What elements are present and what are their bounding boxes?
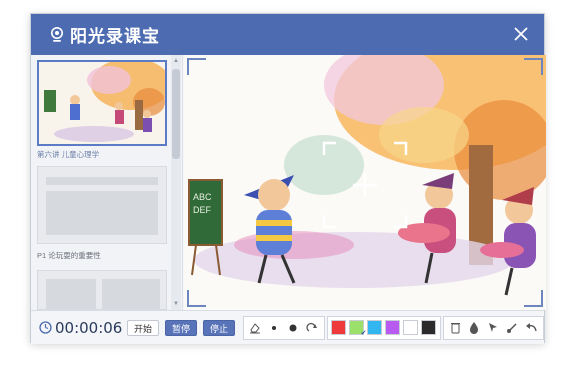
slide-caption: 第六讲 儿童心理学	[37, 150, 100, 159]
pointer-tool-icon[interactable]	[484, 318, 503, 338]
color-swatch-blue[interactable]	[367, 320, 383, 335]
redo-arrow-icon[interactable]	[303, 318, 322, 338]
utility-tool-group	[442, 315, 544, 340]
eraser-icon[interactable]	[246, 318, 265, 338]
app-window: 阳光录课宝 第六讲 儿童心理学 P1 论玩耍的重要性 ▲ ▼ ABC DEF 0…	[30, 13, 546, 344]
color-palette: ✔	[326, 315, 441, 340]
slide-thumbnail-3[interactable]	[37, 270, 167, 310]
slide-canvas[interactable]: ABC DEF	[184, 55, 546, 310]
pause-button[interactable]: 暂停	[164, 319, 197, 336]
slide-caption: P1 论玩耍的重要性	[37, 251, 101, 260]
slide-thumbnail-image	[37, 166, 167, 244]
sidebar-scrollbar[interactable]: ▲ ▼	[171, 55, 181, 310]
color-swatch-white[interactable]	[403, 320, 419, 335]
bottom-toolbar: 00:00:06 开始 暂停 停止 ✔	[31, 310, 544, 344]
recording-timer: 00:00:06	[54, 318, 123, 337]
scroll-down-arrow-icon[interactable]: ▼	[172, 300, 180, 308]
title-bar: 阳光录课宝	[31, 14, 544, 55]
color-swatch-red[interactable]	[331, 320, 347, 335]
slide-thumbnail-image	[37, 60, 167, 146]
trash-bin-icon[interactable]	[446, 318, 465, 338]
brush-icon[interactable]	[503, 318, 522, 338]
stop-button[interactable]: 停止	[202, 319, 235, 336]
large-dot-size-icon[interactable]	[284, 318, 303, 338]
slide-thumbnail-image	[37, 270, 167, 310]
slide-illustration: ABC DEF	[184, 55, 546, 310]
svg-text:ABC: ABC	[193, 192, 212, 202]
clock-icon	[39, 321, 52, 334]
color-swatch-black[interactable]	[421, 320, 437, 335]
small-dot-size-icon[interactable]	[265, 318, 284, 338]
close-icon[interactable]	[512, 25, 530, 43]
color-swatch-green[interactable]: ✔	[349, 320, 366, 337]
color-swatch-purple[interactable]	[385, 320, 401, 335]
scrollbar-thumb[interactable]	[172, 69, 180, 159]
slide-thumbnail-2[interactable]: P1 论玩耍的重要性	[37, 166, 167, 261]
scroll-up-arrow-icon[interactable]: ▲	[172, 57, 180, 65]
svg-text:DEF: DEF	[193, 205, 212, 215]
slide-thumbnail-list: 第六讲 儿童心理学 P1 论玩耍的重要性	[31, 55, 183, 310]
pen-tool-group	[242, 315, 325, 340]
slide-thumbnail-1[interactable]: 第六讲 儿童心理学	[37, 60, 167, 160]
camera-logo-icon	[51, 26, 63, 42]
undo-arrow-icon[interactable]	[522, 318, 541, 338]
start-button[interactable]: 开始	[126, 319, 159, 336]
app-title: 阳光录课宝	[70, 27, 160, 47]
ink-drop-icon[interactable]	[465, 318, 484, 338]
